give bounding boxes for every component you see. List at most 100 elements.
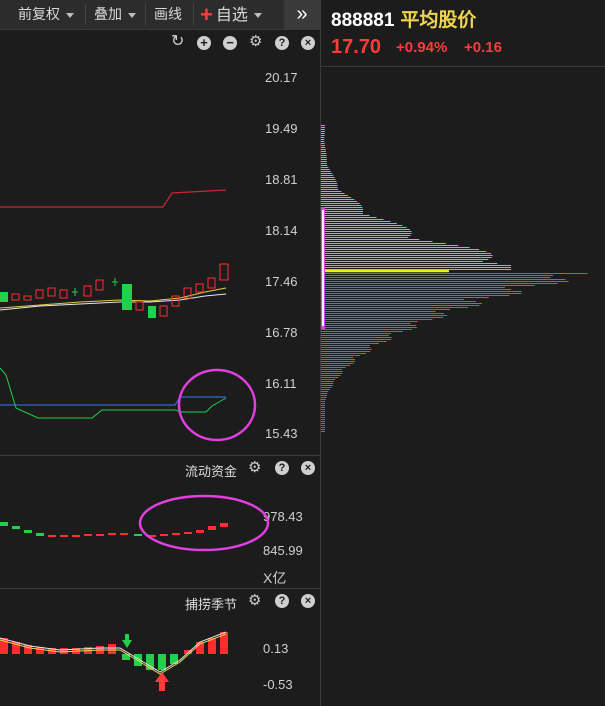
profile-bar bbox=[321, 249, 480, 250]
profile-bar bbox=[321, 253, 491, 254]
flow-fund-chart[interactable] bbox=[0, 480, 320, 588]
profile-bar bbox=[321, 283, 558, 284]
profile-bar bbox=[321, 341, 387, 342]
fuquan-dropdown[interactable]: 前复权 bbox=[18, 0, 74, 29]
bar bbox=[134, 534, 142, 536]
help-icon[interactable]: ? bbox=[275, 461, 289, 475]
profile-bar bbox=[321, 403, 325, 404]
candle bbox=[83, 285, 92, 297]
profile-bar bbox=[321, 413, 325, 414]
profile-bar bbox=[321, 151, 326, 152]
close-icon[interactable]: × bbox=[301, 461, 315, 475]
profile-lower-bars bbox=[321, 273, 588, 432]
profile-bar bbox=[321, 129, 325, 130]
profile-bar bbox=[321, 175, 334, 176]
profile-bar bbox=[321, 217, 377, 218]
profile-bar bbox=[321, 161, 327, 162]
huaxian-label: 画线 bbox=[154, 6, 182, 22]
zixuan-dropdown[interactable]: + 自选 bbox=[200, 0, 262, 29]
profile-bar bbox=[321, 191, 342, 192]
profile-bar bbox=[321, 365, 350, 366]
profile-bar bbox=[321, 145, 325, 146]
profile-bar bbox=[321, 241, 433, 242]
candle bbox=[95, 279, 104, 291]
profile-bar bbox=[321, 231, 412, 232]
profile-bar bbox=[321, 167, 329, 168]
profile-bar bbox=[321, 361, 356, 362]
candles bbox=[0, 263, 229, 318]
close-icon[interactable]: × bbox=[301, 594, 315, 608]
profile-bar bbox=[321, 141, 325, 142]
bar bbox=[0, 522, 8, 526]
candle bbox=[148, 306, 156, 318]
profile-bar bbox=[321, 299, 465, 300]
profile-bar bbox=[321, 149, 326, 150]
profile-bar bbox=[321, 407, 325, 408]
diejia-label: 叠加 bbox=[94, 6, 122, 22]
diejia-dropdown[interactable]: 叠加 bbox=[94, 0, 136, 29]
profile-bar bbox=[321, 327, 417, 328]
profile-bar bbox=[321, 239, 420, 240]
candle bbox=[171, 295, 180, 307]
profile-bar bbox=[321, 215, 370, 216]
highlight-ellipse bbox=[138, 494, 270, 552]
profile-bar bbox=[321, 205, 362, 206]
profile-bar bbox=[321, 319, 433, 320]
candle bbox=[35, 289, 44, 299]
gear-icon[interactable]: ⚙ bbox=[248, 460, 261, 475]
profile-bar bbox=[321, 247, 470, 248]
profile-bar bbox=[321, 371, 343, 372]
profile-bar bbox=[321, 187, 338, 188]
profile-bar bbox=[321, 197, 352, 198]
bar bbox=[208, 526, 216, 530]
profile-bar bbox=[321, 349, 372, 350]
profile-bar bbox=[321, 229, 410, 230]
volume-profile[interactable] bbox=[321, 67, 605, 706]
candle bbox=[159, 305, 168, 317]
huaxian-button[interactable]: 画线 bbox=[154, 0, 182, 29]
panel-divider bbox=[0, 588, 320, 589]
profile-bar bbox=[321, 387, 332, 388]
profile-bar bbox=[321, 163, 327, 164]
lower-band-green bbox=[0, 367, 227, 419]
profile-bar bbox=[321, 155, 327, 156]
profile-bar bbox=[321, 255, 493, 256]
profile-bar bbox=[321, 127, 325, 128]
profile-bar bbox=[321, 389, 330, 390]
candle bbox=[11, 293, 20, 301]
profile-bar bbox=[321, 279, 566, 280]
gear-icon[interactable]: ⚙ bbox=[248, 593, 261, 608]
profile-bar bbox=[321, 179, 336, 180]
profile-bar bbox=[321, 211, 363, 212]
profile-bar bbox=[321, 233, 412, 234]
profile-bar bbox=[321, 351, 371, 352]
profile-bar bbox=[321, 333, 391, 334]
profile-bar bbox=[321, 285, 535, 286]
profile-bar bbox=[321, 355, 360, 356]
kline-chart[interactable] bbox=[0, 30, 320, 455]
profile-bar bbox=[321, 339, 392, 340]
profile-bar bbox=[321, 429, 325, 430]
toolbar-divider bbox=[193, 4, 194, 25]
profile-bar bbox=[321, 157, 327, 158]
profile-bar bbox=[321, 185, 338, 186]
chevron-down-icon bbox=[253, 13, 262, 19]
profile-bar bbox=[321, 223, 397, 224]
profile-bar bbox=[321, 235, 411, 236]
help-icon[interactable]: ? bbox=[275, 594, 289, 608]
profile-bar bbox=[321, 431, 325, 432]
profile-bar bbox=[321, 309, 450, 310]
quote-header: 888881 平均股价 17.70 +0.94% +0.16 bbox=[321, 0, 605, 67]
bar bbox=[196, 530, 204, 533]
profile-bar bbox=[321, 409, 325, 410]
profile-range-bracket-inner bbox=[322, 210, 324, 326]
profile-bar bbox=[321, 337, 392, 338]
season-chart[interactable] bbox=[0, 610, 320, 706]
profile-bar bbox=[321, 343, 379, 344]
quote-title: 888881 平均股价 bbox=[331, 5, 476, 32]
candle bbox=[122, 284, 132, 310]
profile-bar bbox=[321, 359, 355, 360]
toolbar-divider bbox=[85, 4, 86, 25]
more-button[interactable]: » bbox=[284, 0, 320, 29]
double-chevron-right-icon: » bbox=[296, 3, 308, 25]
